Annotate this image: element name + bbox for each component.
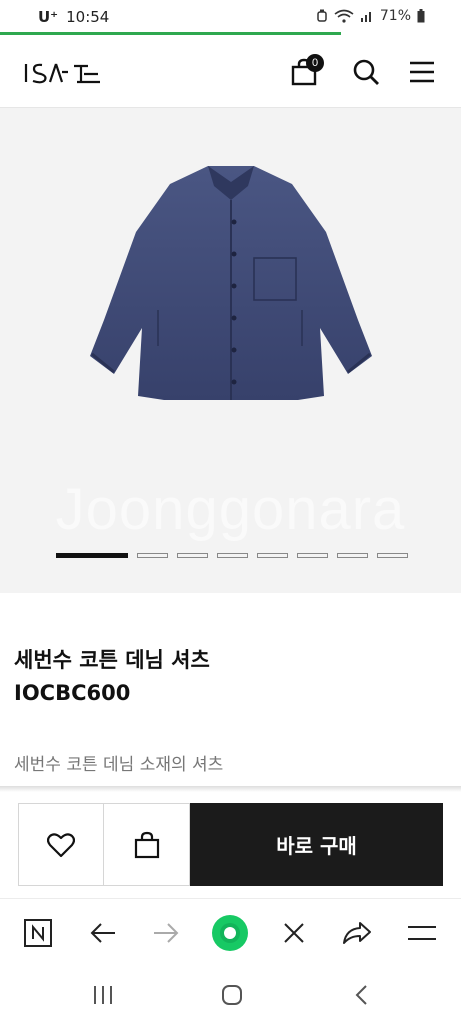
search-button[interactable] xyxy=(350,56,382,88)
action-bar-shadow xyxy=(0,786,461,792)
add-to-cart-button[interactable] xyxy=(104,803,190,886)
product-image-denim-shirt xyxy=(90,166,372,400)
recent-apps-icon xyxy=(94,986,112,1004)
status-time: 10:54 xyxy=(66,8,110,26)
home-icon xyxy=(222,985,242,1005)
gallery-dot-1[interactable] xyxy=(56,553,128,558)
close-icon xyxy=(284,923,304,943)
browser-toolbar xyxy=(0,898,461,966)
home-button[interactable] xyxy=(217,982,247,1008)
product-name: 세번수 코튼 데님 셔츠 xyxy=(14,648,210,672)
cart-count-badge: 0 xyxy=(306,54,324,72)
product-image-gallery[interactable]: Joonggonara xyxy=(0,108,461,593)
gallery-dot-7[interactable] xyxy=(337,553,368,558)
gallery-pagination xyxy=(56,553,408,558)
shopping-bag-icon xyxy=(134,831,159,858)
heart-icon xyxy=(47,832,75,857)
gallery-dot-5[interactable] xyxy=(257,553,288,558)
naver-n-icon xyxy=(24,919,52,947)
naver-button[interactable] xyxy=(20,915,56,951)
browser-menu-button[interactable] xyxy=(404,915,440,951)
brand-logo[interactable] xyxy=(22,58,102,86)
back-icon xyxy=(355,985,367,1005)
menu-icon xyxy=(408,926,436,940)
status-bar: U⁺ 10:54 71% xyxy=(0,0,461,34)
hamburger-menu-icon xyxy=(410,61,434,83)
alarm-icon xyxy=(317,9,327,22)
close-button[interactable] xyxy=(276,915,312,951)
menu-button[interactable] xyxy=(406,56,438,88)
watermark-text: Joonggonara xyxy=(55,477,406,542)
system-navigation-bar xyxy=(0,966,461,1024)
cart-button[interactable]: 0 xyxy=(288,54,324,88)
signal-icon xyxy=(360,12,371,22)
battery-percent: 71% xyxy=(379,8,411,24)
battery-icon xyxy=(417,9,425,23)
recent-apps-button[interactable] xyxy=(88,982,118,1008)
product-title: 세번수 코튼 데님 셔츠 IOCBC600 xyxy=(14,644,210,710)
page-load-progress xyxy=(0,32,341,35)
app-header: 0 xyxy=(0,36,461,108)
forward-button[interactable] xyxy=(148,915,184,951)
product-description: 세번수 코튼 데님 소재의 셔츠 xyxy=(14,755,224,775)
gallery-dot-8[interactable] xyxy=(377,553,408,558)
purchase-action-bar: 바로 구매 xyxy=(18,803,443,886)
forward-arrow-icon xyxy=(154,923,179,943)
carrier-label: U⁺ xyxy=(38,8,59,26)
back-button[interactable] xyxy=(85,915,121,951)
gallery-dot-3[interactable] xyxy=(177,553,208,558)
gallery-dot-4[interactable] xyxy=(217,553,248,558)
wishlist-button[interactable] xyxy=(18,803,104,886)
green-home-button[interactable] xyxy=(212,915,248,951)
back-arrow-icon xyxy=(90,923,115,943)
wifi-icon xyxy=(334,9,354,23)
system-back-button[interactable] xyxy=(346,982,376,1008)
gallery-dot-6[interactable] xyxy=(297,553,328,558)
share-button[interactable] xyxy=(339,915,375,951)
gallery-dot-2[interactable] xyxy=(137,553,168,558)
buy-now-button[interactable]: 바로 구매 xyxy=(190,803,443,886)
green-dot-icon xyxy=(212,915,248,951)
search-icon xyxy=(353,59,379,85)
product-code: IOCBC600 xyxy=(14,681,131,705)
share-icon xyxy=(343,922,371,944)
